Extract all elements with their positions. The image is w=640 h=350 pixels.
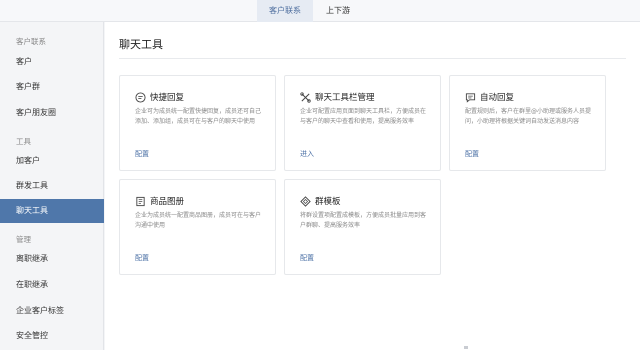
- toolbar-icon: [300, 92, 311, 103]
- card-title: 聊天工具栏管理: [315, 93, 375, 103]
- card-description: 企业可为成员统一配置快捷回复，成员还可自己添加、添加组，成员可在与客户的聊天中使…: [135, 108, 262, 125]
- card-title: 自动回复: [480, 93, 515, 103]
- product-album-icon: [135, 196, 146, 207]
- sidebar-item-customer-moments[interactable]: 客户朋友圈: [0, 101, 104, 125]
- configure-link[interactable]: 配置: [135, 149, 149, 159]
- card-auto-reply: 自动回复 配置规则后，客户在群里@小助理或服务人员提问，小助理将根据关键词自动发…: [449, 75, 606, 171]
- card-chat-toolbar: 聊天工具栏管理 企业可配置应用页面到聊天工具栏，方便成员在与客户的聊天中查看和使…: [284, 75, 441, 171]
- card-description: 将群设置项配置成模板，方便成员批量应用到客户群聊、提高服务效率: [300, 212, 427, 229]
- sidebar-section-customer-contact: 客户联系: [16, 37, 46, 46]
- sidebar-item-security[interactable]: 安全管控: [0, 324, 104, 348]
- title-divider: [119, 58, 626, 59]
- card-group-template: 群模板 将群设置项配置成模板，方便成员批量应用到客户群聊、提高服务效率 配置: [284, 179, 441, 275]
- sidebar-item-onjob-transfer[interactable]: 在职继承: [0, 273, 104, 297]
- configure-link[interactable]: 配置: [135, 253, 149, 263]
- sidebar-item-customers[interactable]: 客户: [0, 50, 104, 74]
- enter-link[interactable]: 进入: [300, 149, 314, 159]
- sidebar-item-chat-tools[interactable]: 聊天工具: [0, 199, 104, 223]
- sidebar-item-resigned-transfer[interactable]: 离职继承: [0, 247, 104, 271]
- top-tab-bar: 客户联系 上下游: [0, 0, 640, 22]
- quick-reply-icon: [135, 92, 146, 103]
- sidebar-item-add-customer[interactable]: 加客户: [0, 149, 104, 173]
- scroll-handle[interactable]: [464, 346, 468, 349]
- sidebar-item-mass-send[interactable]: 群发工具: [0, 174, 104, 198]
- group-template-icon: [300, 196, 311, 207]
- card-title: 商品图册: [150, 197, 185, 207]
- card-title: 群模板: [315, 197, 341, 207]
- configure-link[interactable]: 配置: [465, 149, 479, 159]
- sidebar-section-management: 管理: [16, 235, 31, 244]
- card-description: 企业可配置应用页面到聊天工具栏，方便成员在与客户的聊天中查看和使用，提高服务效率: [300, 108, 427, 125]
- configure-link[interactable]: 配置: [300, 253, 314, 263]
- tab-customer-contact[interactable]: 客户联系: [257, 0, 313, 22]
- card-description: 企业为成员统一配置商品图册，成员可在与客户沟通中使用: [135, 212, 262, 229]
- auto-reply-icon: [465, 92, 476, 103]
- main-content: 聊天工具 快捷回复 企业可为成员统一配置快捷回复，成员还可自己添加、添加组，成员…: [105, 22, 640, 350]
- card-title: 快捷回复: [150, 93, 185, 103]
- page-title: 聊天工具: [119, 38, 163, 51]
- sidebar: 客户联系 客户 客户群 客户朋友圈 工具 加客户 群发工具 聊天工具 管理 离职…: [0, 22, 104, 350]
- card-product-album: 商品图册 企业为成员统一配置商品图册，成员可在与客户沟通中使用 配置: [119, 179, 276, 275]
- sidebar-section-tools: 工具: [16, 137, 31, 146]
- card-description: 配置规则后，客户在群里@小助理或服务人员提问，小助理将根据关键词自动发送消息内容: [465, 108, 592, 125]
- sidebar-item-customer-tags[interactable]: 企业客户标签: [0, 299, 104, 323]
- tab-upstream-downstream[interactable]: 上下游: [318, 0, 358, 22]
- sidebar-item-customer-groups[interactable]: 客户群: [0, 75, 104, 99]
- card-quick-reply: 快捷回复 企业可为成员统一配置快捷回复，成员还可自己添加、添加组，成员可在与客户…: [119, 75, 276, 171]
